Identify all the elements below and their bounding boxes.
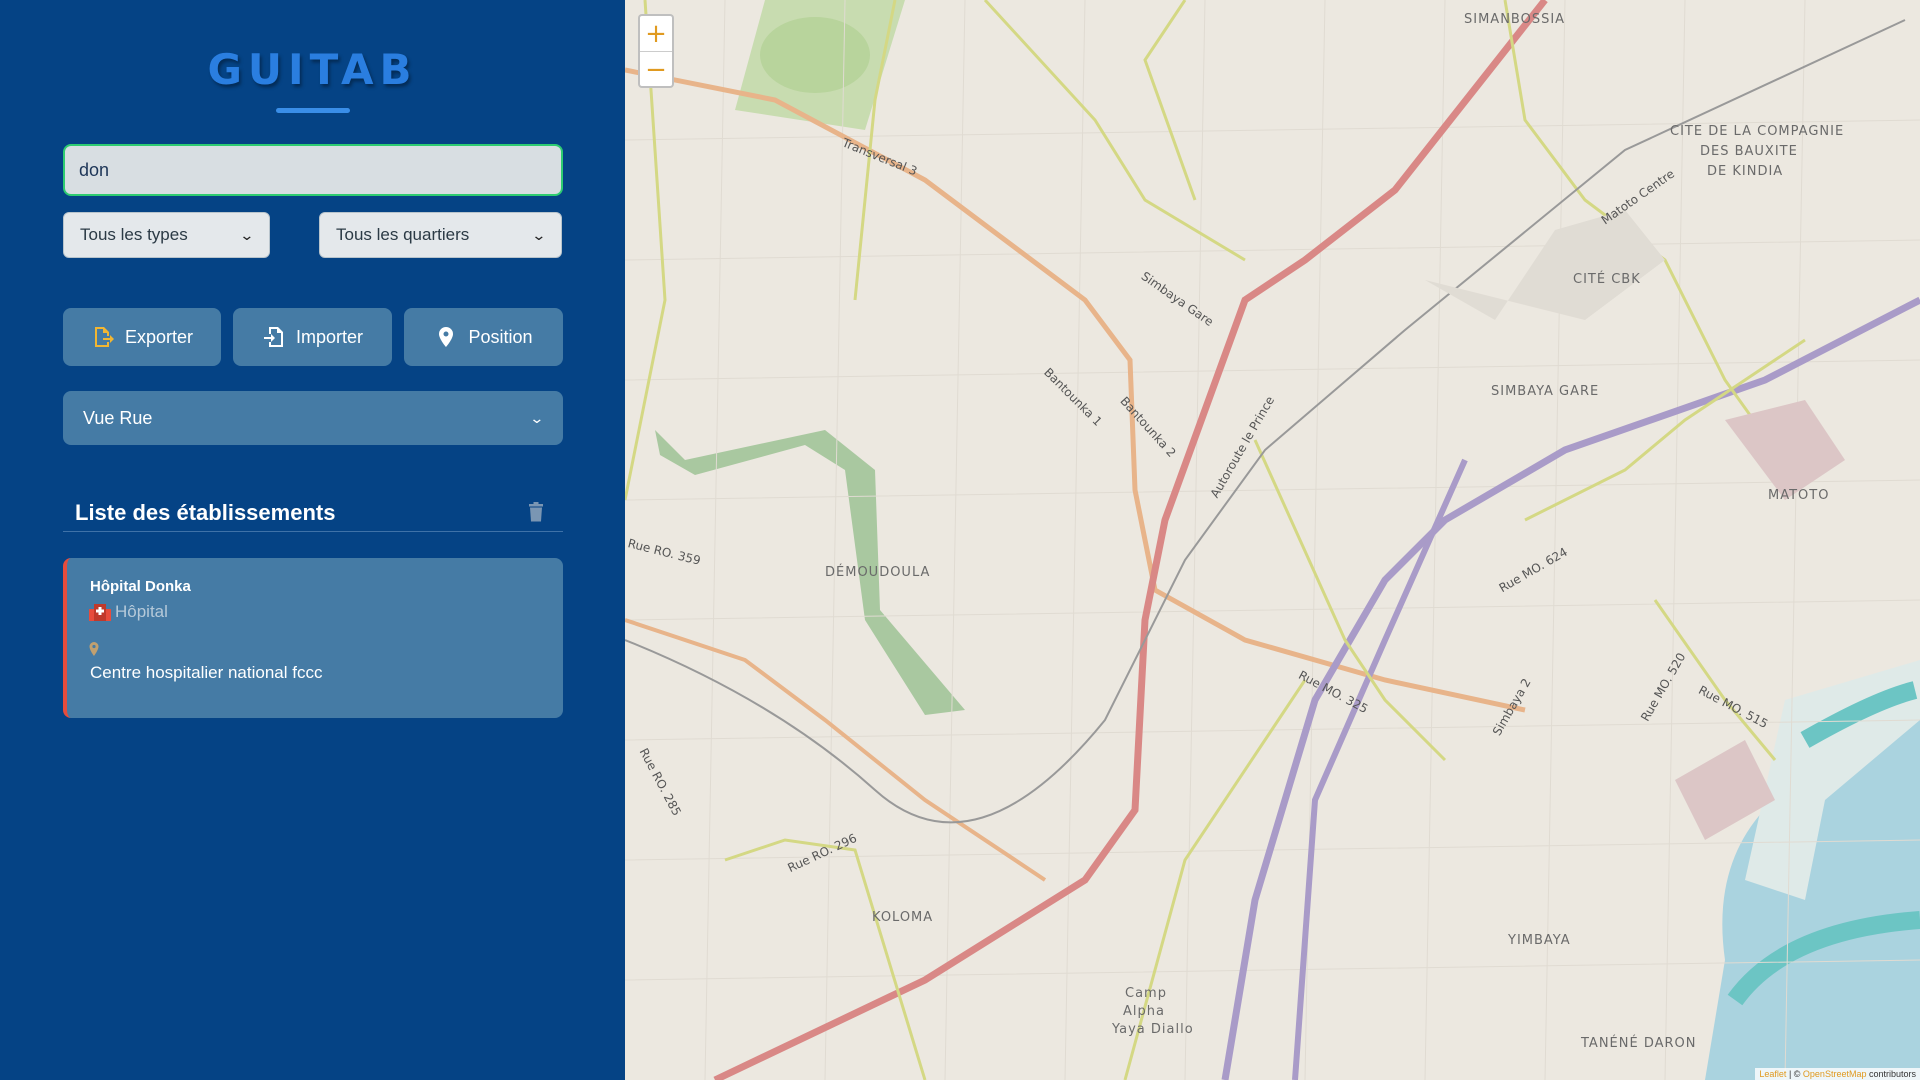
zoom-control: + − [638, 14, 674, 88]
trash-icon[interactable] [528, 502, 544, 522]
logo-underline [276, 108, 350, 113]
basemap [625, 0, 1920, 1080]
map-view[interactable]: + − SIMANBOSSIA CITE DE LA COMPAGNIE DES… [625, 0, 1920, 1080]
position-button[interactable]: Position [404, 308, 563, 366]
type-filter-value: Tous les types [80, 225, 188, 244]
leaflet-link[interactable]: Leaflet [1759, 1069, 1786, 1079]
file-import-icon [263, 327, 283, 347]
import-label: Importer [295, 326, 364, 347]
place-label: SIMANBOSSIA [1464, 12, 1566, 27]
position-label: Position [468, 326, 533, 347]
place-label: Yaya Diallo [1112, 1022, 1194, 1037]
search-input[interactable] [63, 144, 563, 196]
import-button[interactable]: Importer [233, 308, 392, 366]
chevron-down-icon: ⌄ [239, 226, 255, 243]
app-logo: GUITAB [207, 45, 418, 94]
map-view-value: Vue Rue [83, 407, 153, 428]
place-label: MATOTO [1768, 488, 1830, 503]
export-button[interactable]: Exporter [63, 308, 221, 366]
place-label: KOLOMA [872, 910, 934, 925]
place-label: Alpha [1123, 1004, 1165, 1019]
place-label: SIMBAYA GARE [1491, 384, 1600, 399]
place-label: YIMBAYA [1508, 933, 1571, 948]
list-item[interactable]: Hôpital Donka Hôpital Centre hospitalier… [63, 558, 563, 718]
location-pin-icon [439, 327, 454, 347]
type-filter-select[interactable]: Tous les types ⌄ [63, 212, 270, 258]
list-title: Liste des établissements [75, 500, 336, 525]
district-filter-select[interactable]: Tous les quartiers ⌄ [319, 212, 562, 258]
establishment-name: Hôpital Donka [90, 578, 191, 595]
sidebar: GUITAB Tous les types ⌄ Tous les quartie… [0, 0, 625, 1080]
place-label: TANÉNÉ DARON [1581, 1036, 1697, 1051]
attribution-suffix: contributors [1866, 1069, 1916, 1079]
map-view-select[interactable]: Vue Rue ⌄ [63, 391, 563, 445]
map-attribution: Leaflet | © OpenStreetMap contributors [1755, 1068, 1920, 1080]
establishment-type-label: Hôpital [115, 602, 168, 621]
place-label: DE KINDIA [1707, 164, 1784, 179]
attribution-separator: | © [1786, 1069, 1803, 1079]
place-label: DÉMOUDOULA [825, 565, 931, 580]
osm-link[interactable]: OpenStreetMap [1803, 1069, 1867, 1079]
establishment-type: Hôpital [89, 602, 168, 622]
file-export-icon [94, 327, 114, 347]
hospital-icon [89, 604, 111, 621]
place-label: Camp [1125, 986, 1167, 1001]
place-label: CITÉ CBK [1573, 272, 1641, 287]
place-label: CITE DE LA COMPAGNIE [1670, 124, 1845, 139]
chevron-down-icon: ⌄ [531, 226, 547, 243]
chevron-down-icon: ⌄ [529, 409, 545, 426]
export-label: Exporter [124, 326, 194, 347]
list-divider [63, 531, 563, 532]
app-root: GUITAB Tous les types ⌄ Tous les quartie… [0, 0, 1920, 1080]
zoom-out-button[interactable]: − [640, 52, 672, 87]
location-pin-icon [89, 642, 99, 656]
district-filter-value: Tous les quartiers [336, 225, 470, 244]
establishment-description: Centre hospitalier national fccc [90, 663, 323, 682]
zoom-in-button[interactable]: + [640, 16, 672, 52]
place-label: DES BAUXITE [1700, 144, 1798, 159]
